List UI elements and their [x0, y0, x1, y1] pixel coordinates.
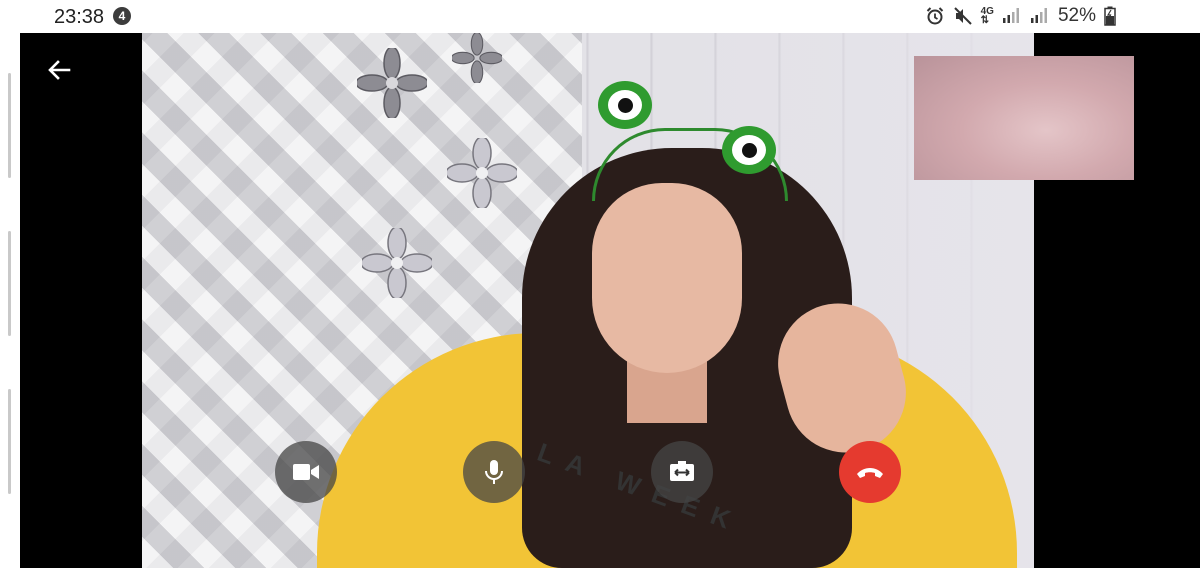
- signal-icon: [1002, 6, 1022, 26]
- status-icons: 4G ⇅ 52%: [925, 5, 1116, 27]
- video-call-screen: LA WEEK: [20, 33, 1200, 568]
- battery-percent: 52%: [1057, 5, 1096, 26]
- flower-decoration: [452, 33, 502, 83]
- signal-icon: [1030, 6, 1050, 26]
- toggle-mic-button[interactable]: [463, 441, 525, 503]
- frog-eye-filter: [722, 126, 776, 174]
- notification-count-badge: 4: [113, 7, 131, 25]
- battery-charging-icon: [1104, 6, 1116, 26]
- network-4g-icon: 4G ⇅: [980, 6, 994, 26]
- corner-decoration: [1154, 33, 1200, 66]
- flower-decoration: [357, 48, 427, 118]
- edge-panel: [0, 33, 20, 568]
- self-preview-video[interactable]: [914, 56, 1134, 180]
- status-bar: 23:38 4 4G ⇅ 52%: [0, 0, 1200, 33]
- edge-handle[interactable]: [8, 73, 11, 178]
- status-time: 23:38: [54, 6, 105, 28]
- end-call-icon: [857, 468, 883, 478]
- back-button[interactable]: [44, 55, 74, 85]
- microphone-icon: [485, 460, 503, 484]
- edge-handle[interactable]: [8, 389, 11, 494]
- video-camera-icon: [293, 464, 319, 480]
- switch-camera-icon: [670, 461, 694, 481]
- switch-camera-button[interactable]: [651, 441, 713, 503]
- end-call-button[interactable]: [839, 441, 901, 503]
- person-face: [592, 183, 742, 373]
- call-controls-bar: [20, 441, 1200, 503]
- frog-eye-filter: [598, 81, 652, 129]
- flower-decoration: [362, 228, 432, 298]
- toggle-video-button[interactable]: [275, 441, 337, 503]
- flower-decoration: [447, 138, 517, 208]
- mute-icon: [953, 6, 973, 26]
- edge-handle[interactable]: [8, 231, 11, 336]
- alarm-icon: [925, 6, 945, 26]
- arrow-left-icon: [48, 60, 71, 80]
